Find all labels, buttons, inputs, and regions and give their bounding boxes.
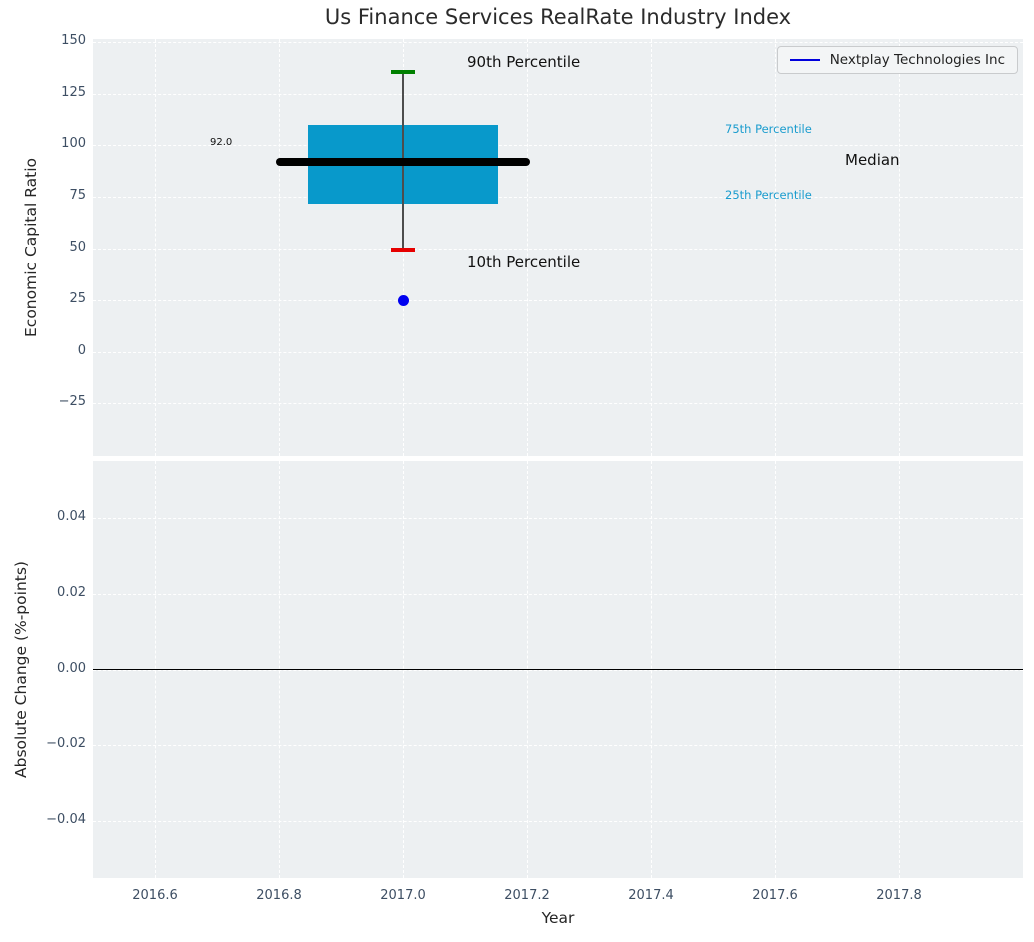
ytick-label: 75 xyxy=(69,187,86,203)
legend: Nextplay Technologies Inc xyxy=(776,46,1018,74)
gridline-vertical xyxy=(527,39,528,456)
gridline-horizontal xyxy=(93,145,1023,147)
annotation-90th-percentile: 90th Percentile xyxy=(467,53,581,72)
gridline-horizontal xyxy=(93,300,1023,302)
legend-label: Nextplay Technologies Inc xyxy=(829,52,1005,68)
gridline-horizontal xyxy=(93,593,1023,595)
ytick-label: −0.02 xyxy=(46,736,86,752)
ytick-label: −25 xyxy=(58,394,86,410)
ytick-label: 150 xyxy=(61,33,86,49)
company-point xyxy=(397,294,409,306)
median-line xyxy=(275,157,531,166)
ytick-label: 50 xyxy=(69,239,86,255)
ytick-label: −0.04 xyxy=(46,812,86,828)
legend-line-icon xyxy=(789,58,820,62)
ytick-label: 0.02 xyxy=(57,584,86,600)
chart-title: Us Finance Services RealRate Industry In… xyxy=(324,5,792,29)
annotation-median-value: 92.0 xyxy=(210,136,233,148)
xtick-label: 2017.6 xyxy=(752,888,798,903)
xtick-label: 2017.0 xyxy=(380,888,426,903)
gridline-horizontal xyxy=(93,42,1023,44)
gridline-horizontal xyxy=(93,821,1023,823)
ytick-label: 25 xyxy=(69,291,86,307)
zero-line xyxy=(93,668,1023,671)
gridline-vertical xyxy=(651,39,652,456)
gridline-horizontal xyxy=(93,93,1023,95)
p10-cap xyxy=(391,248,415,252)
gridline-horizontal xyxy=(93,745,1023,747)
label-median: Median xyxy=(845,150,900,169)
gridline-horizontal xyxy=(93,403,1023,405)
annotation-10th-percentile: 10th Percentile xyxy=(467,252,581,271)
label-75th-percentile: 75th Percentile xyxy=(725,121,812,136)
gridline-horizontal xyxy=(93,517,1023,519)
ytick-label: 0.04 xyxy=(57,508,86,524)
xtick-label: 2017.4 xyxy=(628,888,674,903)
gridline-horizontal xyxy=(93,351,1023,353)
ytick-label: 0 xyxy=(77,342,86,358)
xtick-label: 2016.8 xyxy=(256,888,302,903)
label-25th-percentile: 25th Percentile xyxy=(725,188,812,203)
ytick-label: 125 xyxy=(61,84,86,100)
gridline-horizontal xyxy=(93,248,1023,250)
xtick-label: 2017.2 xyxy=(504,888,550,903)
gridline-vertical xyxy=(899,39,900,456)
ytick-label: 0.00 xyxy=(57,660,86,676)
figure: Us Finance Services RealRate Industry In… xyxy=(0,0,1034,942)
gridline-vertical xyxy=(279,39,280,456)
gridline-horizontal xyxy=(93,196,1023,198)
bottom-plot-area xyxy=(93,461,1023,878)
xtick-label: 2016.6 xyxy=(132,888,178,903)
gridline-vertical xyxy=(155,39,156,456)
ytick-label: 100 xyxy=(61,136,86,152)
x-axis-label: Year xyxy=(541,909,575,927)
gridline-vertical xyxy=(775,39,776,456)
xtick-label: 2017.8 xyxy=(876,888,922,903)
top-plot-area: 90th Percentile 10th Percentile 92.0 75t… xyxy=(93,39,1023,456)
p90-cap xyxy=(391,70,415,74)
